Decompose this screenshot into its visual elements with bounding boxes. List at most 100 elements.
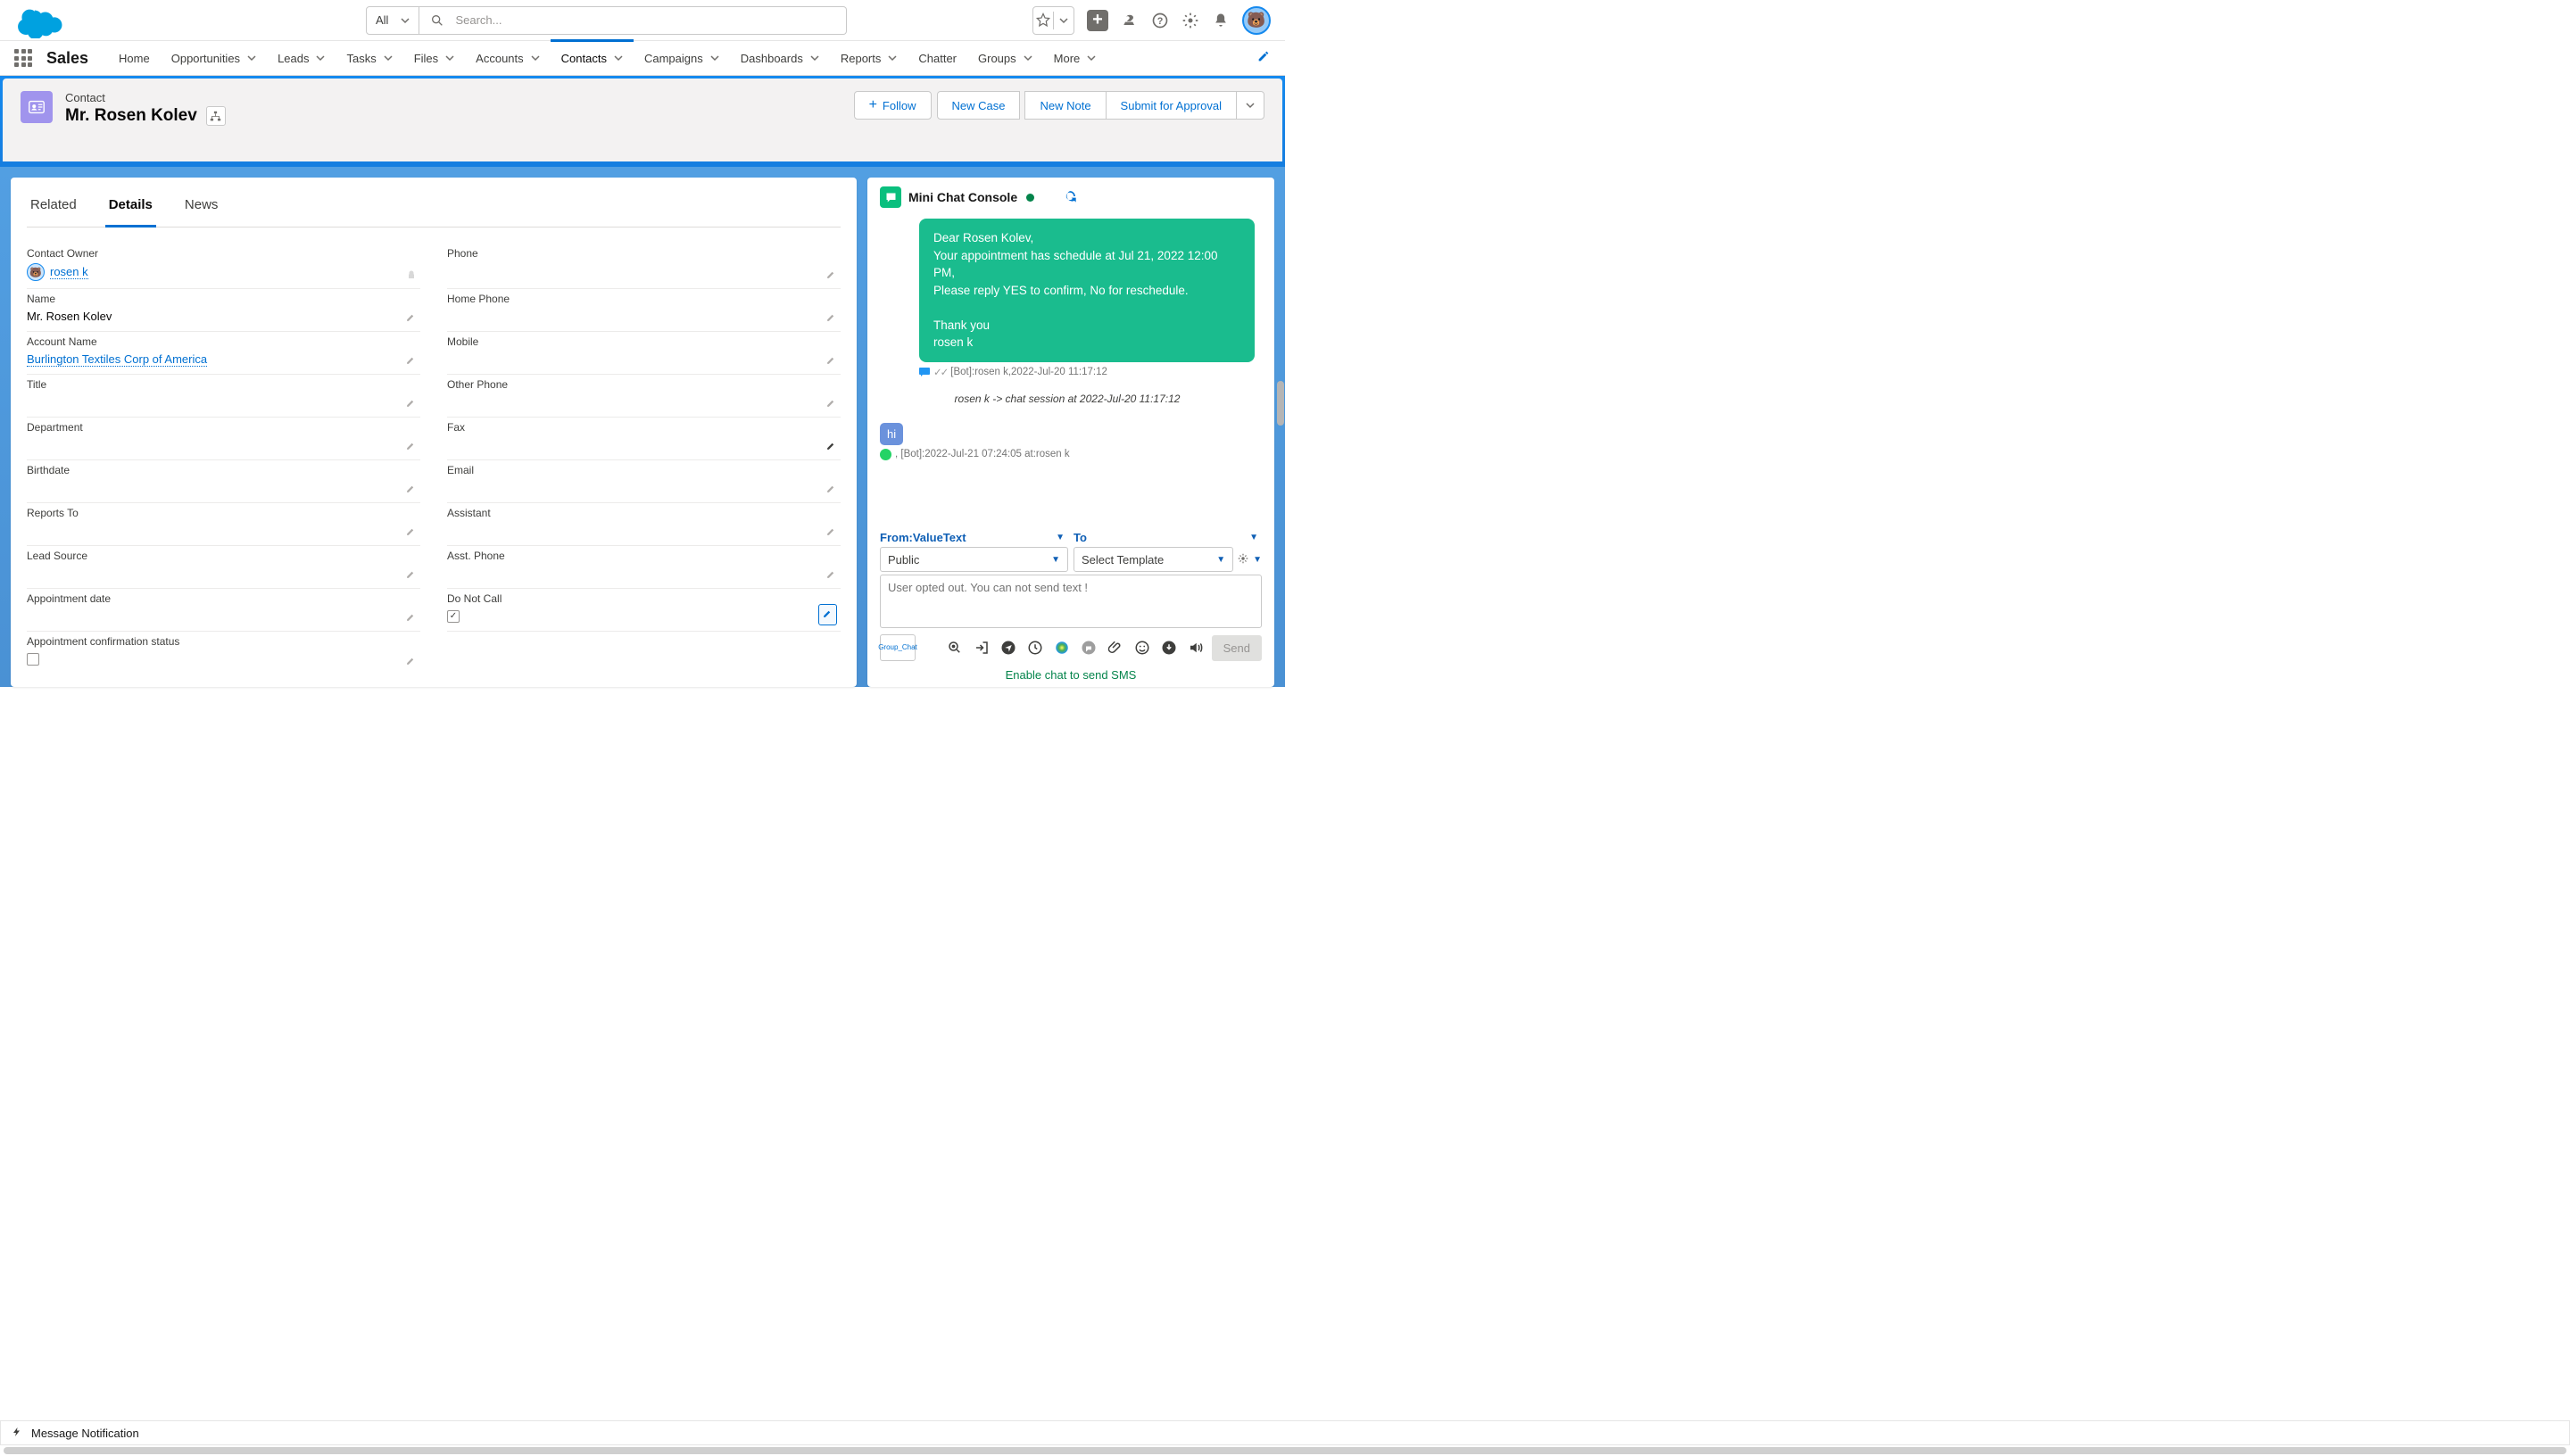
edit-pencil-icon[interactable] <box>405 311 417 326</box>
template-select[interactable]: Select Template▼ <box>1074 547 1233 572</box>
user-avatar[interactable]: 🐻 <box>1242 6 1271 35</box>
more-actions-button[interactable] <box>1236 91 1264 120</box>
search-scope-label: All <box>376 13 388 27</box>
search-contact-icon[interactable] <box>946 639 964 657</box>
field-home-phone: Home Phone <box>447 289 841 332</box>
attachment-icon[interactable] <box>1107 639 1124 657</box>
send-plane-icon[interactable] <box>999 639 1017 657</box>
edit-pencil-icon[interactable] <box>825 354 837 368</box>
template-gear-icon[interactable] <box>1237 552 1249 567</box>
color-picker-icon[interactable] <box>1053 639 1071 657</box>
clock-icon[interactable] <box>1026 639 1044 657</box>
checkbox[interactable]: ✓ <box>447 610 460 623</box>
setup-gear-icon[interactable] <box>1181 12 1199 29</box>
search-scope-selector[interactable]: All <box>366 6 419 35</box>
salesforce-logo[interactable] <box>14 3 65 38</box>
new-note-button[interactable]: New Note <box>1024 91 1106 120</box>
to-dropdown[interactable]: ▼ <box>1249 533 1258 542</box>
salesforce-help-icon[interactable] <box>1121 12 1139 29</box>
search-icon <box>430 13 444 28</box>
edit-pencil-icon[interactable] <box>825 269 837 283</box>
edit-pencil-icon[interactable] <box>405 354 417 368</box>
field-name: NameMr. Rosen Kolev <box>27 289 420 332</box>
chat-message-incoming: hi <box>880 423 903 445</box>
edit-pencil-icon[interactable] <box>825 483 837 497</box>
edit-pencil-icon[interactable] <box>405 440 417 454</box>
nav-accounts[interactable]: Accounts <box>465 40 550 76</box>
edit-pencil-icon[interactable] <box>825 440 837 454</box>
edit-pencil-icon[interactable] <box>405 525 417 540</box>
field-lead-source: Lead Source <box>27 546 420 589</box>
edit-pencil-icon[interactable] <box>405 483 417 497</box>
message-notification-bar[interactable]: Message Notification <box>0 1420 2570 1445</box>
comment-icon[interactable] <box>1080 639 1098 657</box>
nav-dashboards[interactable]: Dashboards <box>730 40 830 76</box>
nav-chatter[interactable]: Chatter <box>908 40 967 76</box>
svg-text:?: ? <box>1157 16 1164 27</box>
field-title: Title <box>27 375 420 418</box>
app-launcher-icon[interactable] <box>14 49 32 67</box>
edit-pencil-icon[interactable] <box>825 311 837 326</box>
field-asst-phone: Asst. Phone <box>447 546 841 589</box>
nav-leads[interactable]: Leads <box>267 40 336 76</box>
nav-opportunities[interactable]: Opportunities <box>161 40 267 76</box>
refresh-icon[interactable] <box>1061 187 1079 208</box>
nav-home[interactable]: Home <box>108 40 161 76</box>
tab-related[interactable]: Related <box>27 190 80 227</box>
status-online-dot <box>1026 194 1034 202</box>
favorites-control[interactable] <box>1032 6 1074 35</box>
chat-message-meta: ✓✓ [Bot]:rosen k,2022-Jul-20 11:17:12 <box>919 366 1255 378</box>
template-extra-dropdown[interactable]: ▼ <box>1253 555 1262 565</box>
nav-campaigns[interactable]: Campaigns <box>634 40 730 76</box>
horizontal-scrollbar[interactable] <box>4 1447 2566 1454</box>
group-chat-button[interactable]: Group_Chat <box>880 634 916 661</box>
nav-more[interactable]: More <box>1043 40 1107 76</box>
edit-nav-pencil-icon[interactable] <box>1256 49 1271 67</box>
hierarchy-button[interactable] <box>206 106 226 126</box>
submit-approval-button[interactable]: Submit for Approval <box>1106 91 1237 120</box>
nav-tasks[interactable]: Tasks <box>336 40 402 76</box>
send-button: Send <box>1212 635 1262 661</box>
contact-record-icon <box>21 91 53 123</box>
nav-reports[interactable]: Reports <box>830 40 908 76</box>
from-label: From:ValueText <box>880 531 966 544</box>
enable-chat-link[interactable]: Enable chat to send SMS <box>880 668 1262 682</box>
message-textarea[interactable] <box>880 575 1262 628</box>
visibility-select[interactable]: Public▼ <box>880 547 1068 572</box>
nav-files[interactable]: Files <box>403 40 465 76</box>
tab-details[interactable]: Details <box>105 190 156 228</box>
chat-session-divider: rosen k -> chat session at 2022-Jul-20 1… <box>880 393 1255 405</box>
sound-icon[interactable] <box>1187 639 1205 657</box>
chat-scrollbar[interactable] <box>1277 381 1284 426</box>
field-birthdate: Birthdate <box>27 460 420 503</box>
download-icon[interactable] <box>1160 639 1178 657</box>
edit-pencil-icon[interactable] <box>405 397 417 411</box>
from-dropdown[interactable]: ▼ <box>1056 533 1065 542</box>
nav-contacts[interactable]: Contacts <box>551 40 634 76</box>
tab-news[interactable]: News <box>181 190 222 227</box>
field-assistant: Assistant <box>447 503 841 546</box>
nav-groups[interactable]: Groups <box>967 40 1043 76</box>
chat-message-outgoing: Dear Rosen Kolev,Your appointment has sc… <box>919 219 1255 362</box>
help-icon[interactable]: ? <box>1151 12 1169 29</box>
footer-text: Message Notification <box>31 1427 139 1440</box>
edit-pencil-icon[interactable] <box>405 568 417 583</box>
lock-icon <box>406 269 417 283</box>
add-button[interactable]: + <box>1087 10 1108 31</box>
edit-pencil-icon[interactable] <box>818 604 837 625</box>
new-case-button[interactable]: New Case <box>937 91 1021 120</box>
exit-icon[interactable] <box>973 639 991 657</box>
edit-pencil-icon[interactable] <box>825 568 837 583</box>
global-search[interactable] <box>419 6 847 35</box>
search-input[interactable] <box>455 13 835 27</box>
checkbox[interactable] <box>27 653 39 666</box>
edit-pencil-icon[interactable] <box>825 525 837 540</box>
edit-pencil-icon[interactable] <box>405 611 417 625</box>
edit-pencil-icon[interactable] <box>405 655 417 669</box>
field-reports-to: Reports To <box>27 503 420 546</box>
app-name: Sales <box>46 49 88 68</box>
emoji-icon[interactable] <box>1133 639 1151 657</box>
notifications-bell-icon[interactable] <box>1212 12 1230 29</box>
follow-button[interactable]: +Follow <box>854 91 932 120</box>
edit-pencil-icon[interactable] <box>825 397 837 411</box>
